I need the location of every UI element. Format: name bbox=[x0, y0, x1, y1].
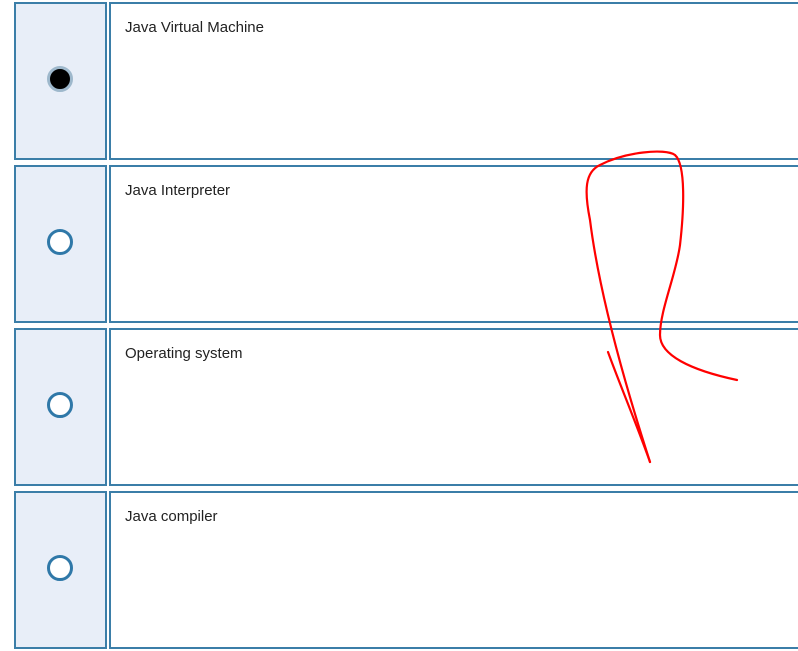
option-row-4[interactable]: Java compiler bbox=[14, 491, 798, 651]
option-label-cell[interactable]: Java Interpreter bbox=[109, 165, 798, 323]
option-label[interactable]: Java compiler bbox=[125, 508, 218, 525]
radio-button[interactable] bbox=[47, 555, 73, 581]
radio-button[interactable] bbox=[47, 392, 73, 418]
radio-cell[interactable] bbox=[14, 2, 107, 160]
option-label[interactable]: Java Interpreter bbox=[125, 182, 230, 199]
option-label[interactable]: Operating system bbox=[125, 345, 243, 362]
answer-options-list: Java Virtual Machine Java Interpreter Op… bbox=[0, 0, 798, 651]
option-label[interactable]: Java Virtual Machine bbox=[125, 19, 264, 36]
option-label-cell[interactable]: Java compiler bbox=[109, 491, 798, 649]
option-row-1[interactable]: Java Virtual Machine bbox=[14, 2, 798, 162]
radio-button-selected[interactable] bbox=[47, 66, 73, 92]
radio-cell[interactable] bbox=[14, 491, 107, 649]
option-row-3[interactable]: Operating system bbox=[14, 328, 798, 488]
radio-button[interactable] bbox=[47, 229, 73, 255]
option-row-2[interactable]: Java Interpreter bbox=[14, 165, 798, 325]
option-label-cell[interactable]: Java Virtual Machine bbox=[109, 2, 798, 160]
radio-cell[interactable] bbox=[14, 328, 107, 486]
option-label-cell[interactable]: Operating system bbox=[109, 328, 798, 486]
radio-cell[interactable] bbox=[14, 165, 107, 323]
